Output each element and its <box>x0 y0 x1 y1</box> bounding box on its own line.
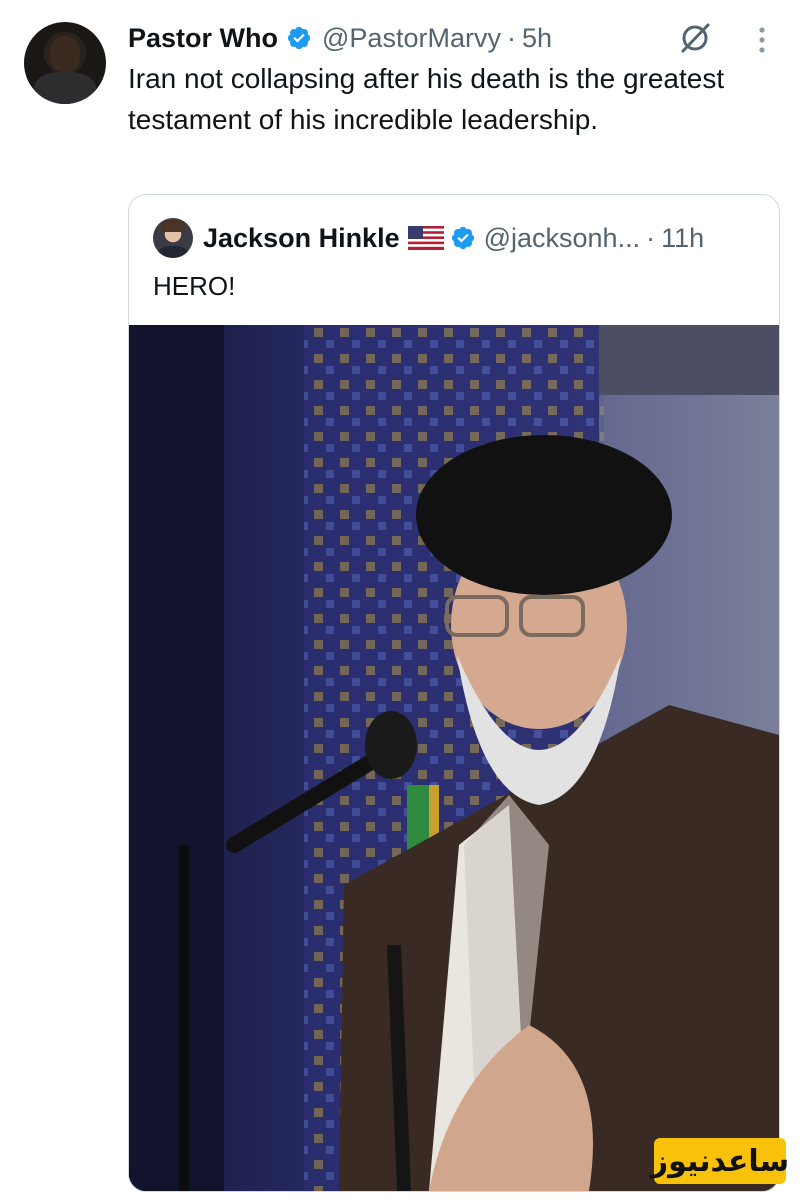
more-options-icon[interactable] <box>752 24 772 56</box>
grok-icon[interactable] <box>677 20 713 56</box>
quoted-verified-badge-icon <box>451 226 474 250</box>
quoted-avatar-suit-shape <box>155 246 191 258</box>
author-name[interactable]: Pastor Who <box>128 23 278 54</box>
quoted-author-name[interactable]: Jackson Hinkle <box>203 223 400 254</box>
quoted-tweet-photo[interactable] <box>129 325 779 1191</box>
tweet-text: Iran not collapsing after his death is t… <box>128 63 725 135</box>
quoted-tweet-header: Jackson Hinkle @jacksonh... · 11h <box>153 217 704 259</box>
microphone-head <box>365 711 417 779</box>
avatar-body-shape <box>34 72 96 104</box>
tweet[interactable]: Pastor Who @PastorMarvy · 5h Iran not co… <box>0 0 803 1200</box>
tweet-timestamp[interactable]: 5h <box>522 23 552 54</box>
quoted-avatar-hair-shape <box>161 220 185 232</box>
verified-badge-icon <box>287 26 311 50</box>
author-avatar[interactable] <box>24 22 106 104</box>
site-watermark: ساعدنیوز <box>651 1138 789 1184</box>
curtain-shape <box>129 325 224 1191</box>
quoted-tweet[interactable]: Jackson Hinkle @jacksonh... · 11h HERO! <box>128 194 780 1192</box>
turban-shape <box>416 435 672 595</box>
author-handle[interactable]: @PastorMarvy <box>322 23 501 54</box>
tweet-header: Pastor Who @PastorMarvy · 5h <box>128 18 552 58</box>
quoted-author-handle[interactable]: @jacksonh... <box>484 223 640 254</box>
avatar-face-shape <box>50 36 80 72</box>
quoted-tweet-text: HERO! <box>153 271 236 301</box>
quoted-header-separator: · <box>646 222 656 253</box>
us-flag-icon <box>407 226 444 250</box>
rifle-shape <box>387 944 411 1191</box>
quoted-author-avatar[interactable] <box>153 218 193 258</box>
photo-illustration <box>129 325 779 1191</box>
header-separator: · <box>506 22 516 53</box>
ceiling-shape <box>599 325 779 395</box>
quoted-tweet-timestamp[interactable]: 11h <box>661 223 704 254</box>
